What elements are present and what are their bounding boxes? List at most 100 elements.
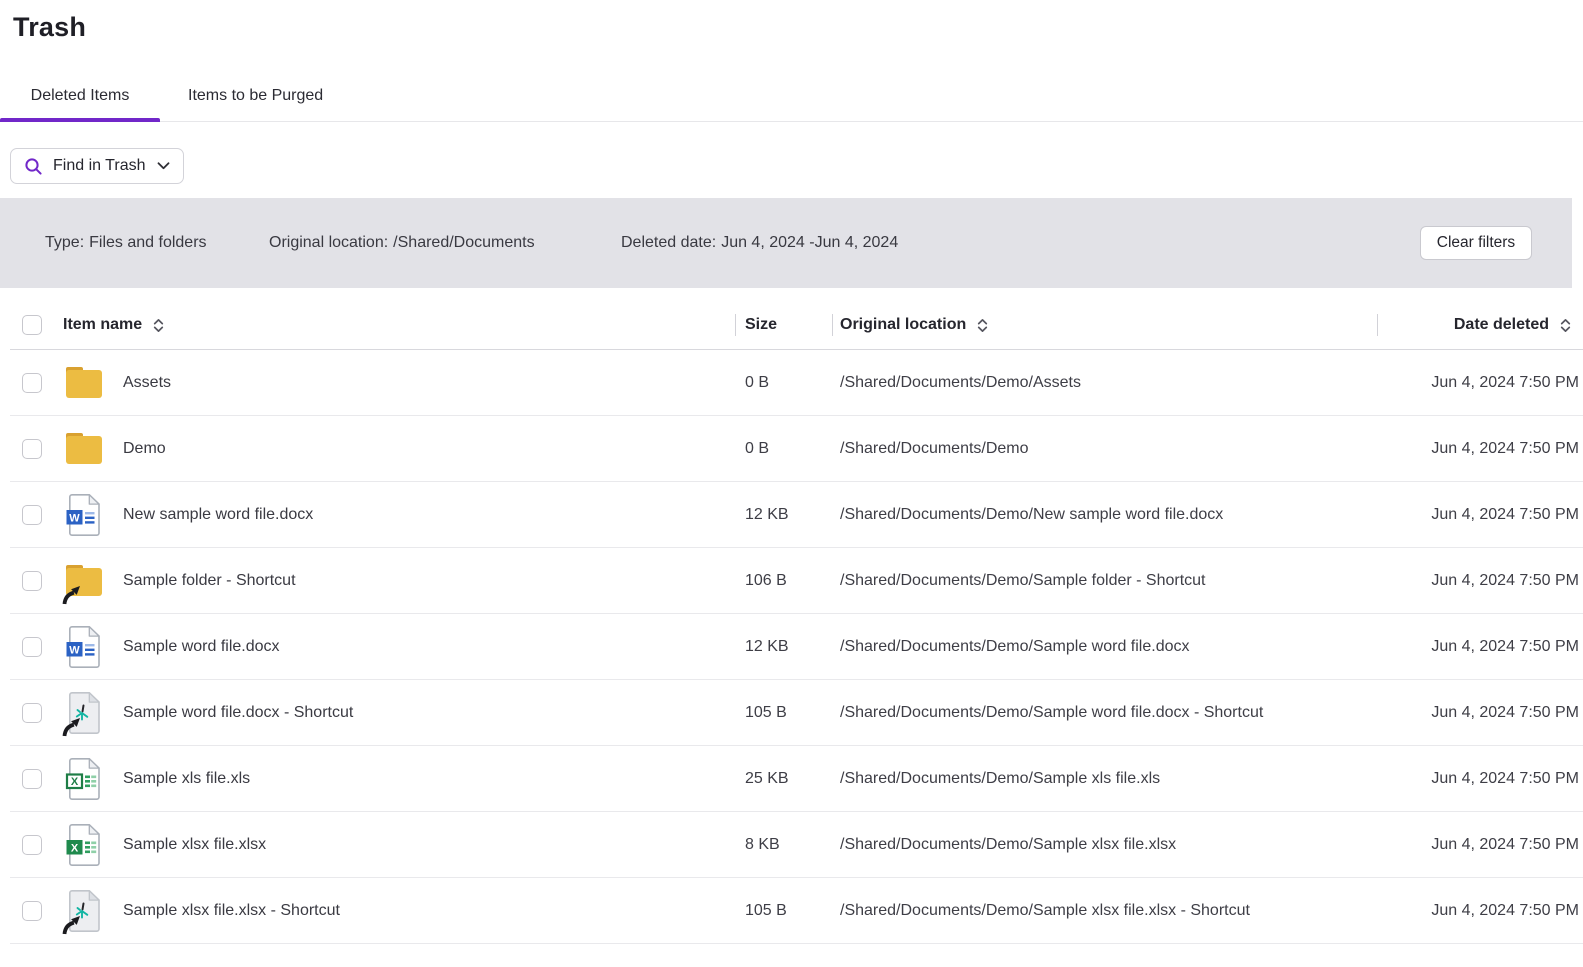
filter-original-location[interactable]: Original location:/Shared/Documents xyxy=(269,234,535,252)
item-name[interactable]: Sample word file.docx xyxy=(123,638,280,656)
row-checkbox-cell xyxy=(0,835,63,855)
table-row[interactable]: Assets 0 B /Shared/Documents/Demo/Assets… xyxy=(0,350,1583,416)
item-date-deleted: Jun 4, 2024 7:50 PM xyxy=(1431,374,1579,391)
file-shortcut-icon xyxy=(62,887,105,935)
date-deleted-cell: Jun 4, 2024 7:50 PM xyxy=(1377,572,1583,590)
row-checkbox[interactable] xyxy=(22,703,42,723)
word-file-icon: W xyxy=(63,491,105,539)
active-filters-bar: Type: Files and folders Original location… xyxy=(0,198,1572,288)
date-deleted-cell: Jun 4, 2024 7:50 PM xyxy=(1377,770,1583,788)
search-icon xyxy=(24,157,43,176)
item-name[interactable]: Sample word file.docx - Shortcut xyxy=(123,704,353,722)
find-in-trash-button[interactable]: Find in Trash xyxy=(10,148,185,184)
item-name[interactable]: Sample xlsx file.xlsx xyxy=(123,836,266,854)
date-deleted-cell: Jun 4, 2024 7:50 PM xyxy=(1377,506,1583,524)
item-name-cell: Sample word file.docx - Shortcut xyxy=(62,689,735,737)
date-deleted-cell: Jun 4, 2024 7:50 PM xyxy=(1377,902,1583,920)
item-name[interactable]: Sample folder - Shortcut xyxy=(123,572,296,590)
row-checkbox[interactable] xyxy=(22,505,42,525)
item-name[interactable]: Sample xls file.xls xyxy=(123,770,250,788)
tab-items-to-be-purged[interactable]: Items to be Purged xyxy=(186,70,325,121)
trash-page: Trash Deleted Items Items to be Purged F… xyxy=(0,0,1583,967)
item-name-cell: Demo xyxy=(63,425,735,473)
select-all-checkbox[interactable] xyxy=(22,315,42,335)
size-cell: 106 B xyxy=(735,572,832,590)
column-header-original-location[interactable]: Original location xyxy=(832,316,1377,334)
item-date-deleted: Jun 4, 2024 7:50 PM xyxy=(1431,902,1579,919)
item-size: 106 B xyxy=(745,572,787,589)
row-checkbox[interactable] xyxy=(22,439,42,459)
item-name[interactable]: New sample word file.docx xyxy=(123,506,313,524)
table-row[interactable]: Sample folder - Shortcut 106 B /Shared/D… xyxy=(0,548,1583,614)
table-row[interactable]: W Sample word file.docx 12 KB /Shared/Do… xyxy=(0,614,1583,680)
filter-value: Jun 4, 2024 -Jun 4, 2024 xyxy=(721,234,899,251)
date-deleted-cell: Jun 4, 2024 7:50 PM xyxy=(1377,836,1583,854)
svg-text:X: X xyxy=(71,776,79,788)
table-row[interactable]: X Sample xls file.xls 25 KB /Shared/Docu… xyxy=(0,746,1583,812)
size-cell: 12 KB xyxy=(735,638,832,656)
row-checkbox[interactable] xyxy=(22,571,42,591)
filter-label: Deleted date: xyxy=(621,234,717,251)
item-original-location: /Shared/Documents/Demo xyxy=(840,440,1029,457)
table-body: Assets 0 B /Shared/Documents/Demo/Assets… xyxy=(0,350,1583,944)
table-row[interactable]: X Sample xlsx file.xlsx 8 KB /Shared/Doc… xyxy=(0,812,1583,878)
tab-bar: Deleted Items Items to be Purged xyxy=(0,70,1583,122)
item-name[interactable]: Assets xyxy=(123,374,171,392)
item-original-location: /Shared/Documents/Demo/Sample word file.… xyxy=(840,638,1190,655)
column-label: Size xyxy=(745,316,778,333)
svg-text:X: X xyxy=(71,843,79,855)
page-title: Trash xyxy=(13,12,87,42)
original-location-cell: /Shared/Documents/Demo/Sample word file.… xyxy=(832,638,1377,656)
sort-icon[interactable] xyxy=(975,317,990,334)
item-name-cell: W New sample word file.docx xyxy=(63,491,735,539)
size-cell: 8 KB xyxy=(735,836,832,854)
folder-icon xyxy=(63,359,105,407)
row-checkbox[interactable] xyxy=(22,835,42,855)
size-cell: 12 KB xyxy=(735,506,832,524)
column-header-item-name[interactable]: Item name xyxy=(63,316,735,334)
excel-xls-file-icon: X xyxy=(63,755,105,803)
column-header-date-deleted[interactable]: Date deleted xyxy=(1377,316,1583,334)
sort-icon[interactable] xyxy=(151,317,166,334)
item-size: 8 KB xyxy=(745,836,780,853)
original-location-cell: /Shared/Documents/Demo/Sample folder - S… xyxy=(832,572,1377,590)
table-row[interactable]: Sample word file.docx - Shortcut 105 B /… xyxy=(0,680,1583,746)
row-checkbox[interactable] xyxy=(22,901,42,921)
item-size: 0 B xyxy=(745,440,770,457)
svg-text:W: W xyxy=(69,645,80,657)
column-header-size: Size xyxy=(735,316,832,334)
row-checkbox-cell xyxy=(0,571,63,591)
table-row[interactable]: Sample xlsx file.xlsx - Shortcut 105 B /… xyxy=(0,878,1583,944)
table-row[interactable]: W New sample word file.docx 12 KB /Share… xyxy=(0,482,1583,548)
item-name-cell: Sample xlsx file.xlsx - Shortcut xyxy=(62,887,735,935)
original-location-cell: /Shared/Documents/Demo/Assets xyxy=(832,374,1377,392)
item-size: 105 B xyxy=(745,902,787,919)
date-deleted-cell: Jun 4, 2024 7:50 PM xyxy=(1377,440,1583,458)
excel-xlsx-file-icon: X xyxy=(63,821,105,869)
item-date-deleted: Jun 4, 2024 7:50 PM xyxy=(1431,440,1579,457)
date-deleted-cell: Jun 4, 2024 7:50 PM xyxy=(1377,704,1583,722)
item-size: 12 KB xyxy=(745,506,789,523)
original-location-cell: /Shared/Documents/Demo/Sample word file.… xyxy=(832,704,1377,722)
folder-icon xyxy=(63,425,105,473)
item-name[interactable]: Sample xlsx file.xlsx - Shortcut xyxy=(123,902,340,920)
filter-type[interactable]: Type: Files and folders xyxy=(45,234,207,252)
row-checkbox[interactable] xyxy=(22,769,42,789)
clear-filters-button[interactable]: Clear filters xyxy=(1420,226,1532,260)
sort-icon[interactable] xyxy=(1558,317,1573,334)
item-original-location: /Shared/Documents/Demo/New sample word f… xyxy=(840,506,1224,523)
row-checkbox[interactable] xyxy=(22,373,42,393)
row-checkbox-cell xyxy=(0,901,63,921)
item-date-deleted: Jun 4, 2024 7:50 PM xyxy=(1431,638,1579,655)
item-size: 105 B xyxy=(745,704,787,721)
item-date-deleted: Jun 4, 2024 7:50 PM xyxy=(1431,572,1579,589)
size-cell: 105 B xyxy=(735,902,832,920)
tab-deleted-items[interactable]: Deleted Items xyxy=(0,70,160,122)
filter-deleted-date[interactable]: Deleted date: Jun 4, 2024 -Jun 4, 2024 xyxy=(621,234,898,252)
item-name-cell: Assets xyxy=(63,359,735,407)
item-date-deleted: Jun 4, 2024 7:50 PM xyxy=(1431,704,1579,721)
item-name-cell: X Sample xlsx file.xlsx xyxy=(63,821,735,869)
row-checkbox[interactable] xyxy=(22,637,42,657)
table-row[interactable]: Demo 0 B /Shared/Documents/Demo Jun 4, 2… xyxy=(0,416,1583,482)
item-name[interactable]: Demo xyxy=(123,440,166,458)
